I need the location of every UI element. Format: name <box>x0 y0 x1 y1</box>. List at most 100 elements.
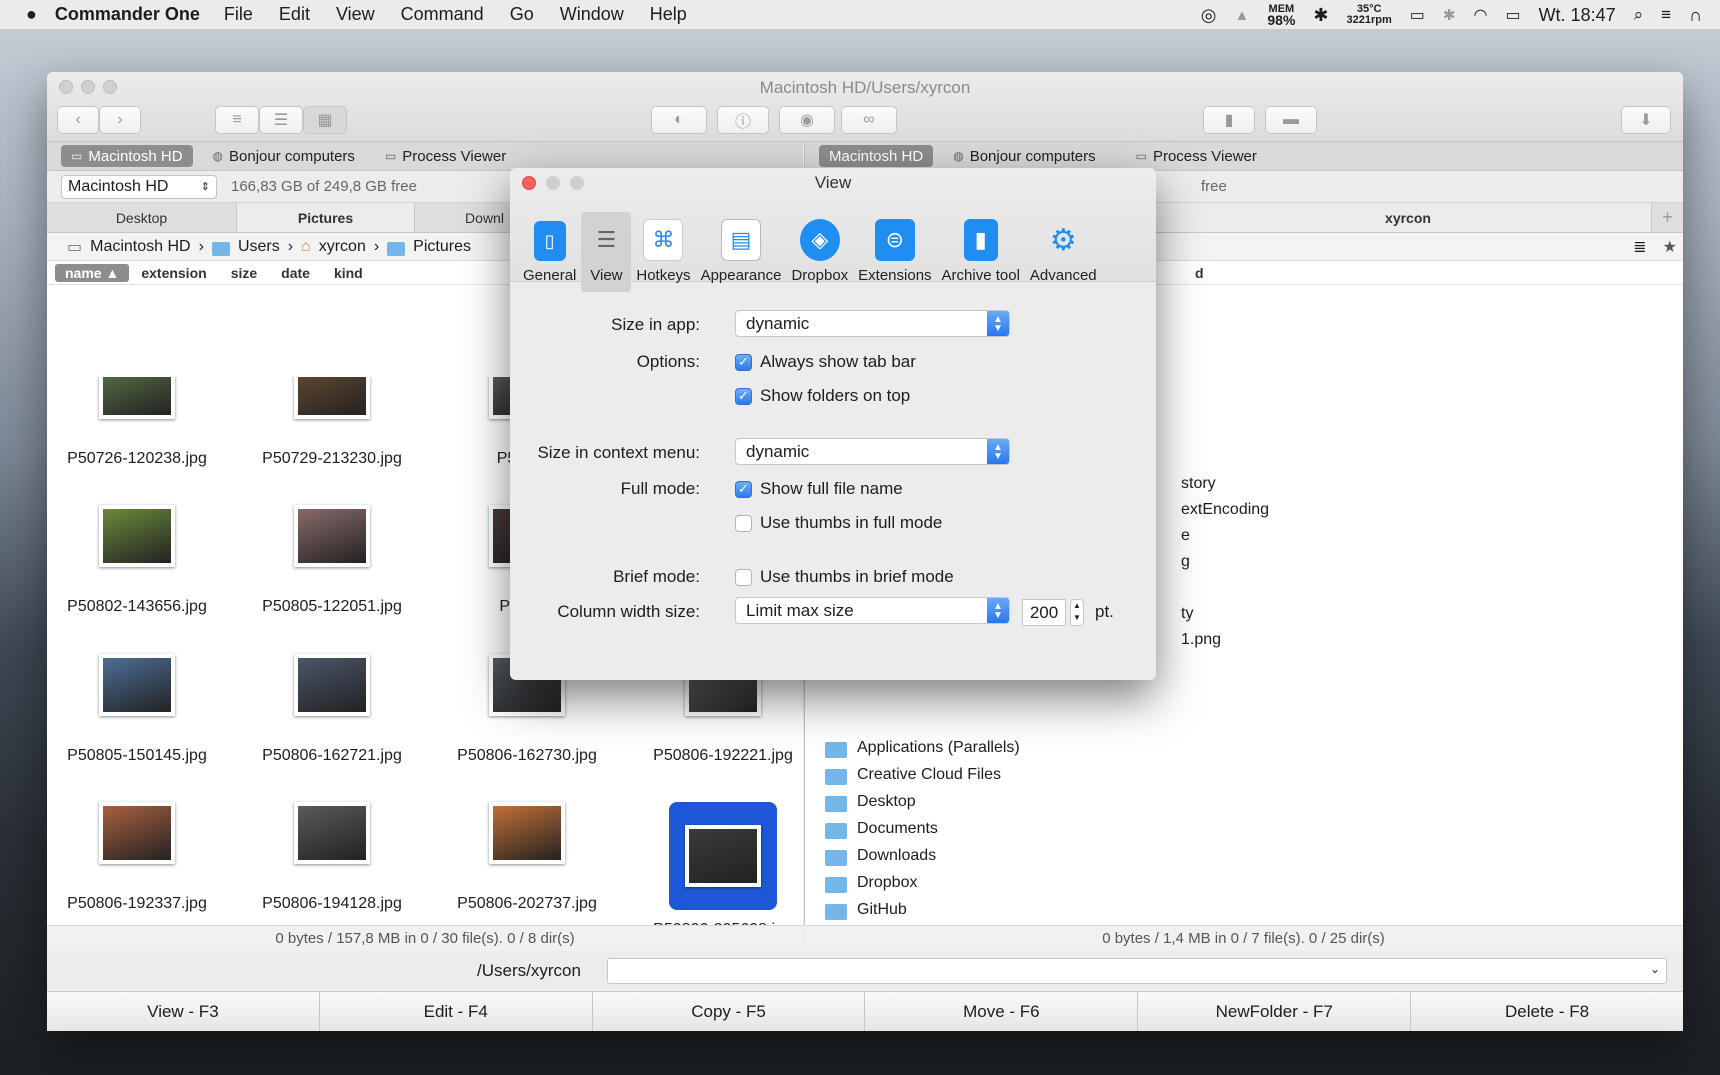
dir-tab-desktop[interactable]: Desktop <box>47 203 237 232</box>
apple-icon[interactable]: ● <box>26 4 37 25</box>
full-view-button[interactable]: ☰ <box>259 106 303 134</box>
star-icon[interactable]: ★ <box>1663 237 1677 257</box>
context-menu-size-select[interactable]: dynamic ▲ ▼ <box>735 438 1010 465</box>
tab-appearance[interactable]: ▤ Appearance <box>696 212 787 292</box>
list-item[interactable]: extEncoding <box>1181 501 1269 519</box>
zoom-button[interactable] <box>570 176 584 190</box>
tab-hotkeys[interactable]: ⌘ Hotkeys <box>631 212 695 292</box>
display-icon[interactable]: ▭ <box>1410 5 1425 25</box>
back-button[interactable]: ‹ <box>57 106 99 134</box>
tab-process-viewer[interactable]: ▭ Process Viewer <box>375 145 516 167</box>
col-date[interactable]: date <box>281 265 310 281</box>
show-folders-on-top-checkbox[interactable]: ✓ Show folders on top <box>735 386 910 406</box>
fan-icon[interactable]: ✱ <box>1313 5 1328 26</box>
checkbox[interactable] <box>735 514 752 532</box>
wifi-icon[interactable]: ◠ <box>1473 5 1487 25</box>
checkbox[interactable]: ✓ <box>735 353 752 371</box>
list-icon[interactable]: ≡ <box>1661 5 1671 25</box>
tab-bonjour[interactable]: ◍ Bonjour computers <box>943 145 1105 167</box>
column-width-input[interactable]: 200 <box>1022 599 1066 626</box>
folder-row[interactable]: GitHub <box>825 901 907 920</box>
thumbs-view-button[interactable]: ▦ <box>303 106 347 134</box>
checkbox[interactable]: ✓ <box>735 387 752 405</box>
info-icon[interactable]: ⓘ <box>717 106 769 134</box>
thumbnail-item[interactable]: P50806-162721.jpg <box>242 654 422 766</box>
add-tab-button[interactable]: + <box>1652 203 1683 232</box>
tab-process-viewer[interactable]: ▭ Process Viewer <box>1126 145 1267 167</box>
always-show-tab-bar-checkbox[interactable]: ✓ Always show tab bar <box>735 352 916 372</box>
folder-row[interactable]: Dropbox <box>825 874 917 893</box>
list-item[interactable]: e <box>1181 527 1190 545</box>
folder-row[interactable]: Documents <box>825 820 938 839</box>
crumb-pictures[interactable]: Pictures <box>413 238 471 256</box>
menu-command[interactable]: Command <box>401 4 484 25</box>
bluetooth-icon[interactable]: ✱ <box>1443 6 1456 24</box>
brief-view-button[interactable]: ≡ <box>215 106 259 134</box>
tab-bonjour[interactable]: ◍ Bonjour computers <box>203 145 365 167</box>
dir-tab-pictures[interactable]: Pictures <box>237 203 415 232</box>
close-button[interactable] <box>522 176 536 190</box>
thumbnail-item[interactable]: P50726-120238.jpg <box>47 377 227 469</box>
menu-go[interactable]: Go <box>510 4 534 25</box>
column-width-stepper[interactable]: ▲ ▼ <box>1070 599 1084 626</box>
tab-general[interactable]: ▯ General <box>518 212 581 292</box>
folder-row[interactable]: Applications (Parallels) <box>825 739 1020 758</box>
menu-view[interactable]: View <box>336 4 375 25</box>
tab-extensions[interactable]: ⊜ Extensions <box>853 212 936 292</box>
tab-macintosh-hd[interactable]: Macintosh HD <box>819 145 934 167</box>
list-mode-icon[interactable]: ≣ <box>1633 237 1646 257</box>
folder-row[interactable]: Downloads <box>825 847 936 866</box>
command-input[interactable]: ⌄ <box>607 958 1667 984</box>
menu-file[interactable]: File <box>224 4 253 25</box>
tab-macintosh-hd[interactable]: ▭ Macintosh HD <box>61 145 193 167</box>
tab-advanced[interactable]: ⚙ Advanced <box>1025 212 1102 292</box>
folder-row[interactable]: Desktop <box>825 793 916 812</box>
clock[interactable]: Wt. 18:47 <box>1539 5 1616 26</box>
search-icon[interactable]: ⌕ <box>1634 5 1644 25</box>
thumbs-full-mode-checkbox[interactable]: Use thumbs in full mode <box>735 513 942 533</box>
drive-select[interactable]: Macintosh HD ⇕ <box>61 174 217 199</box>
archive-icon[interactable]: ▮ <box>1203 106 1255 134</box>
crumb-macintosh-hd[interactable]: Macintosh HD <box>90 238 190 256</box>
creative-cloud-icon[interactable]: ◎ <box>1201 5 1217 26</box>
checkbox[interactable]: ✓ <box>735 480 752 498</box>
chevron-down-icon[interactable]: ⌄ <box>1650 962 1660 976</box>
mem-indicator[interactable]: MEM 98% <box>1267 4 1295 28</box>
binoculars-icon[interactable]: ∞ <box>841 106 897 134</box>
col-extension[interactable]: extension <box>141 265 206 281</box>
crumb-users[interactable]: Users <box>238 238 280 256</box>
checkbox[interactable] <box>735 568 752 586</box>
col-size[interactable]: size <box>231 265 257 281</box>
list-item[interactable]: 1.png <box>1181 631 1221 649</box>
download-icon[interactable]: ⬇ <box>1621 106 1671 134</box>
tab-dropbox[interactable]: ◈ Dropbox <box>786 212 853 292</box>
menu-edit[interactable]: Edit <box>279 4 310 25</box>
folder-row[interactable]: Creative Cloud Files <box>825 766 1001 785</box>
thumbnail-item[interactable]: P50805-122051.jpg <box>242 505 422 617</box>
app-menu[interactable]: Commander One <box>55 4 200 25</box>
size-in-app-select[interactable]: dynamic ▲ ▼ <box>735 310 1010 337</box>
newfolder-f7-button[interactable]: NewFolder - F7 <box>1138 992 1412 1031</box>
thumbnail-item[interactable]: P50806-202737.jpg <box>437 802 617 914</box>
edit-f4-button[interactable]: Edit - F4 <box>320 992 593 1031</box>
col-kind[interactable]: kind <box>334 265 363 281</box>
forward-button[interactable]: › <box>99 106 141 134</box>
menu-help[interactable]: Help <box>650 4 687 25</box>
crumb-xyrcon[interactable]: xyrcon <box>319 238 366 256</box>
tab-archive-tool[interactable]: ▮ Archive tool <box>937 212 1025 292</box>
view-f3-button[interactable]: View - F3 <box>47 992 320 1031</box>
show-full-file-name-checkbox[interactable]: ✓ Show full file name <box>735 479 903 499</box>
quick-look-icon[interactable]: ◉ <box>779 106 835 134</box>
temp-indicator[interactable]: 35°C 3221rpm <box>1347 4 1392 26</box>
list-item[interactable]: ty <box>1181 605 1193 623</box>
list-item[interactable]: g <box>1181 553 1190 571</box>
notification-icon[interactable]: ▲ <box>1235 7 1250 24</box>
col-partial[interactable]: d <box>1195 265 1204 281</box>
thumbs-brief-mode-checkbox[interactable]: Use thumbs in brief mode <box>735 567 954 587</box>
user-icon[interactable]: ∩ <box>1689 5 1702 26</box>
column-width-select[interactable]: Limit max size ▲ ▼ <box>735 597 1010 624</box>
battery-icon[interactable]: ▭ <box>1505 5 1520 25</box>
minimize-button[interactable] <box>546 176 560 190</box>
tab-view[interactable]: ☰ View <box>581 212 632 292</box>
thumbnail-item[interactable]: P50805-150145.jpg <box>47 654 227 766</box>
